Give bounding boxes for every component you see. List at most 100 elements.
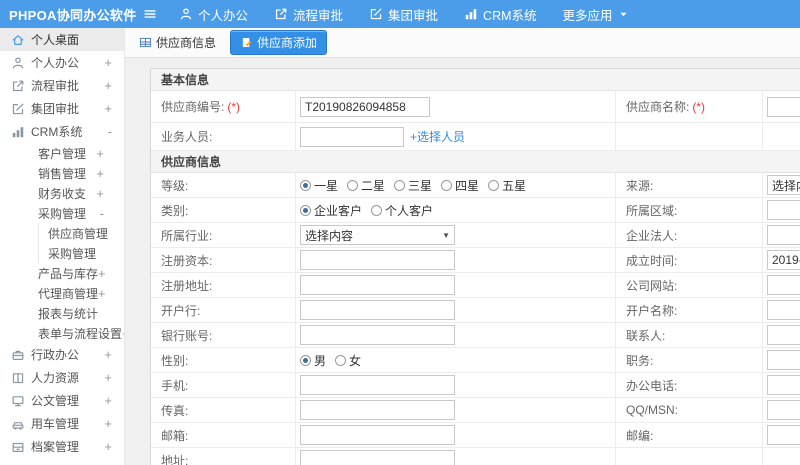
nav-item-more-apps[interactable]: 更多应用 bbox=[563, 5, 629, 24]
nav-item-group-approval[interactable]: 集团审批 bbox=[369, 5, 438, 24]
share-icon bbox=[10, 79, 25, 93]
text-input[interactable] bbox=[300, 425, 455, 445]
sidebar-item[interactable]: CRM系统 - bbox=[0, 120, 124, 143]
text-input[interactable] bbox=[767, 250, 800, 270]
text-input[interactable] bbox=[767, 425, 800, 445]
field-label: 邮箱: bbox=[161, 428, 189, 443]
collapse-icon: - bbox=[99, 205, 104, 221]
form-label-cell: 所属行业: bbox=[151, 223, 296, 247]
sidebar-item[interactable]: 采购管理 bbox=[0, 243, 124, 263]
form-field-cell: 选择内容 ▼ bbox=[296, 223, 616, 247]
text-input[interactable] bbox=[767, 400, 800, 420]
sidebar-item[interactable]: 档案管理 + bbox=[0, 435, 124, 458]
form-field-cell bbox=[763, 448, 800, 465]
sidebar-item-label: 集团审批 bbox=[31, 102, 80, 116]
radio-option[interactable]: 女 bbox=[335, 352, 361, 369]
form-label-cell: 银行账号: bbox=[151, 323, 296, 347]
sidebar-item[interactable]: 报表与统计 bbox=[0, 303, 124, 323]
sidebar-item[interactable]: 公文管理 + bbox=[0, 389, 124, 412]
field-label: 企业法人: bbox=[626, 228, 678, 243]
nav-item-workflow-approval[interactable]: 流程审批 bbox=[274, 5, 343, 24]
form-row: 邮箱: 邮编: bbox=[151, 423, 800, 448]
radio-label: 个人客户 bbox=[385, 203, 434, 218]
text-input[interactable] bbox=[767, 275, 800, 295]
sidebar-item[interactable]: 集团审批 + bbox=[0, 97, 124, 120]
text-input[interactable] bbox=[300, 325, 455, 345]
tab-supplier-add[interactable]: 供应商添加 bbox=[230, 30, 328, 55]
radio-option[interactable]: 男 bbox=[300, 352, 326, 369]
form-label-cell: 联系人: bbox=[616, 323, 763, 347]
field-label: QQ/MSN: bbox=[626, 403, 679, 417]
form-label-cell: 开户名称: bbox=[616, 298, 763, 322]
form-field-cell bbox=[763, 123, 800, 150]
field-label: 开户行: bbox=[161, 303, 201, 318]
sidebar-item[interactable]: 代理商管理 + bbox=[0, 283, 124, 303]
sidebar-item[interactable]: 财务收支 + bbox=[0, 183, 124, 203]
text-input[interactable] bbox=[300, 300, 455, 320]
text-input[interactable] bbox=[300, 375, 455, 395]
nav-item-crm[interactable]: CRM系统 bbox=[464, 5, 537, 24]
text-input[interactable] bbox=[300, 96, 430, 117]
text-input[interactable] bbox=[767, 375, 800, 395]
radio-option[interactable]: 企业客户 bbox=[300, 202, 362, 219]
form-label-cell: 类别: bbox=[151, 198, 296, 222]
sidebar-item-label: 销售管理 bbox=[38, 166, 87, 181]
form-label-cell: 注册资本: bbox=[151, 248, 296, 272]
sidebar-item[interactable]: 个人桌面 bbox=[0, 28, 124, 51]
form-label-cell: 手机: bbox=[151, 373, 296, 397]
expand-icon: + bbox=[98, 285, 106, 301]
sidebar-item[interactable]: 销售管理 + bbox=[0, 163, 124, 183]
radio-option[interactable]: 四星 bbox=[441, 177, 479, 194]
choose-person-link[interactable]: +选择人员 bbox=[410, 128, 465, 145]
sidebar-item[interactable]: 个人办公 + bbox=[0, 51, 124, 74]
radio-option[interactable]: 个人客户 bbox=[371, 202, 433, 219]
sidebar-item[interactable]: 采购管理 - bbox=[0, 203, 124, 223]
form-field-cell bbox=[296, 323, 616, 347]
sidebar-item[interactable]: 产品与库存 + bbox=[0, 263, 124, 283]
form-field-cell bbox=[763, 248, 800, 272]
text-input[interactable] bbox=[767, 96, 800, 117]
select-input[interactable]: 选择内容▼ bbox=[767, 175, 800, 195]
expand-icon: + bbox=[96, 185, 104, 201]
radio-option[interactable]: 三星 bbox=[394, 177, 432, 194]
caret-down-icon bbox=[618, 9, 629, 20]
sidebar-item[interactable]: 用车管理 + bbox=[0, 412, 124, 435]
sidebar-item[interactable]: 客户管理 + bbox=[0, 143, 124, 163]
text-input[interactable] bbox=[300, 400, 455, 420]
text-input[interactable] bbox=[300, 126, 404, 147]
sidebar-item-label: 个人桌面 bbox=[31, 33, 80, 47]
form-field-cell bbox=[296, 248, 616, 272]
radio-option[interactable]: 二星 bbox=[347, 177, 385, 194]
required-marker: (*) bbox=[227, 99, 241, 114]
form-field-cell: 一星 二星 三星 四星 五星 bbox=[296, 173, 616, 197]
radio-group: 一星 二星 三星 四星 五星 bbox=[300, 177, 526, 194]
form-row: 注册资本: 成立时间: bbox=[151, 248, 800, 273]
text-input[interactable] bbox=[767, 200, 800, 220]
expand-icon: + bbox=[104, 55, 112, 70]
nav-item-personal-office[interactable]: 个人办公 bbox=[179, 5, 248, 24]
sidebar-item[interactable]: 行政办公 + bbox=[0, 343, 124, 366]
select-input[interactable]: 选择内容▼ bbox=[300, 225, 455, 245]
field-label: 注册地址: bbox=[161, 278, 213, 293]
nav-item-label: 流程审批 bbox=[293, 8, 344, 23]
radio-option[interactable]: 五星 bbox=[488, 177, 526, 194]
sidebar-item[interactable]: 人力资源 + bbox=[0, 366, 124, 389]
text-input[interactable] bbox=[767, 350, 800, 370]
text-input[interactable] bbox=[300, 450, 455, 465]
radio-option[interactable]: 一星 bbox=[300, 177, 338, 194]
sidebar-item[interactable]: 供应商管理 bbox=[0, 223, 124, 243]
menu-icon[interactable] bbox=[143, 7, 157, 21]
form-field-cell bbox=[296, 398, 616, 422]
text-input[interactable] bbox=[767, 325, 800, 345]
form-label-cell: 所属区域: bbox=[616, 198, 763, 222]
form-field-cell: 男女 bbox=[296, 348, 616, 372]
form-field-cell bbox=[296, 448, 616, 465]
field-label: 职务: bbox=[626, 353, 654, 368]
sidebar-item[interactable]: 表单与流程设置+ bbox=[0, 323, 124, 343]
text-input[interactable] bbox=[300, 250, 455, 270]
tab-supplier-info[interactable]: 供应商信息 bbox=[134, 31, 221, 54]
text-input[interactable] bbox=[767, 225, 800, 245]
text-input[interactable] bbox=[300, 275, 455, 295]
text-input[interactable] bbox=[767, 300, 800, 320]
sidebar-item[interactable]: 流程审批 + bbox=[0, 74, 124, 97]
